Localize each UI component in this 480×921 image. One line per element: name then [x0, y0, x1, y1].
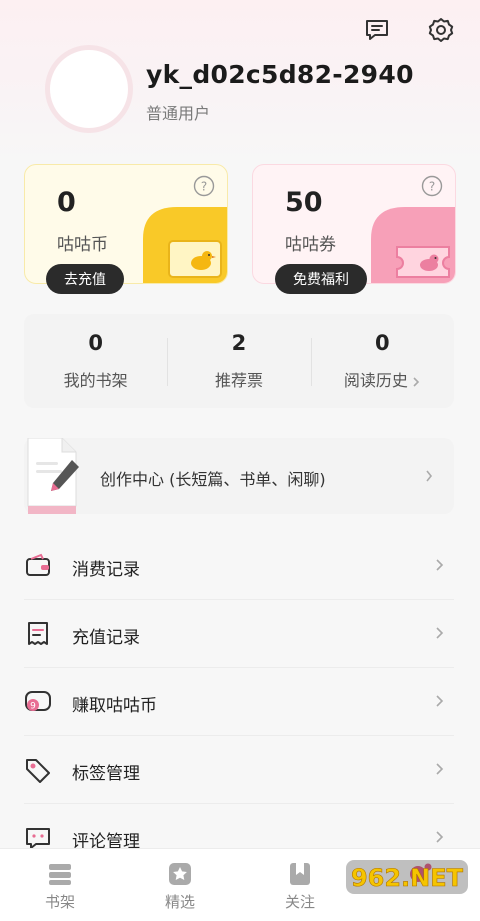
menu-label: 消费记录	[72, 560, 140, 580]
user-type: 普通用户	[146, 104, 211, 123]
svg-text:?: ?	[429, 180, 435, 194]
creation-center-row[interactable]: 创作中心 (长短篇、书单、闲聊)	[24, 438, 454, 514]
stat-value: 2	[231, 331, 247, 355]
stats-panel: 0 我的书架 2 推荐票 0 阅读历史	[24, 314, 454, 408]
help-icon[interactable]: ?	[421, 175, 443, 197]
tab-featured[interactable]: 精选	[120, 849, 240, 921]
stat-recommend-tickets[interactable]: 2 推荐票	[167, 314, 310, 408]
stat-label-text: 阅读历史	[343, 371, 408, 390]
chevron-right-icon	[426, 470, 433, 482]
stat-label: 推荐票	[214, 371, 263, 390]
username: yk_d02c5d82-2940	[146, 60, 414, 89]
message-button[interactable]	[361, 14, 393, 46]
tab-label: 精选	[164, 893, 195, 911]
vouchers-label: 咕咕券	[285, 235, 336, 255]
divider	[167, 338, 168, 386]
menu-label: 赚取咕咕币	[72, 696, 157, 716]
menu-label: 充值记录	[72, 628, 140, 648]
free-benefits-button[interactable]: 免费福利	[275, 264, 367, 294]
stat-bookshelf[interactable]: 0 我的书架	[24, 314, 167, 408]
watermark-subtext: 乐游网	[422, 898, 458, 912]
tab-bookshelf[interactable]: 书架	[0, 849, 120, 921]
menu-item-tag-management[interactable]: 标签管理	[24, 736, 454, 804]
chevron-right-icon	[436, 763, 444, 775]
stat-value: 0	[375, 331, 390, 355]
divider	[311, 338, 312, 386]
chevron-right-icon	[436, 831, 444, 843]
pencil-document-icon	[27, 438, 79, 514]
watermark-logo: 962.NET 乐游网	[346, 860, 468, 912]
creation-center-label: 创作中心 (长短篇、书单、闲聊)	[100, 470, 326, 489]
star-icon	[169, 863, 191, 885]
bookshelf-icon	[49, 864, 71, 885]
watermark-text: 962.NET	[351, 864, 464, 892]
bookmark-icon	[290, 863, 310, 885]
stat-label: 阅读历史	[344, 367, 421, 391]
tab-label: 书架	[44, 893, 75, 911]
coin-bird-illustration	[143, 207, 227, 283]
avatar[interactable]	[45, 45, 133, 133]
recharge-button[interactable]: 去充值	[46, 264, 124, 294]
menu-item-recharge-records[interactable]: 充值记录	[24, 600, 454, 668]
tab-label: 关注	[284, 893, 315, 911]
settings-button[interactable]	[425, 14, 457, 46]
coin-stack-icon: 9	[25, 691, 51, 712]
chevron-right-icon	[413, 376, 419, 387]
chevron-right-icon	[436, 627, 444, 639]
vouchers-value: 50	[285, 187, 323, 218]
tab-following[interactable]: 关注	[240, 849, 360, 921]
stat-value: 0	[88, 331, 103, 355]
chevron-right-icon	[436, 695, 444, 707]
voucher-bird-illustration	[371, 207, 455, 283]
settings-icon	[428, 18, 454, 42]
tag-icon	[26, 759, 50, 783]
menu-item-earn-coins[interactable]: 9 赚取咕咕币	[24, 668, 454, 736]
coins-label: 咕咕币	[57, 235, 108, 255]
message-icon	[366, 20, 388, 40]
coins-value: 0	[57, 187, 76, 218]
svg-text:9: 9	[30, 702, 36, 712]
wallet-icon	[26, 553, 50, 576]
svg-text:?: ?	[201, 180, 207, 194]
menu-label: 标签管理	[72, 764, 140, 784]
receipt-icon	[28, 622, 48, 645]
help-icon[interactable]: ?	[193, 175, 215, 197]
stat-reading-history[interactable]: 0 阅读历史	[311, 314, 454, 408]
menu-item-consumption-records[interactable]: 消费记录	[24, 532, 454, 600]
chevron-right-icon	[436, 559, 444, 571]
stat-label: 我的书架	[63, 371, 128, 390]
